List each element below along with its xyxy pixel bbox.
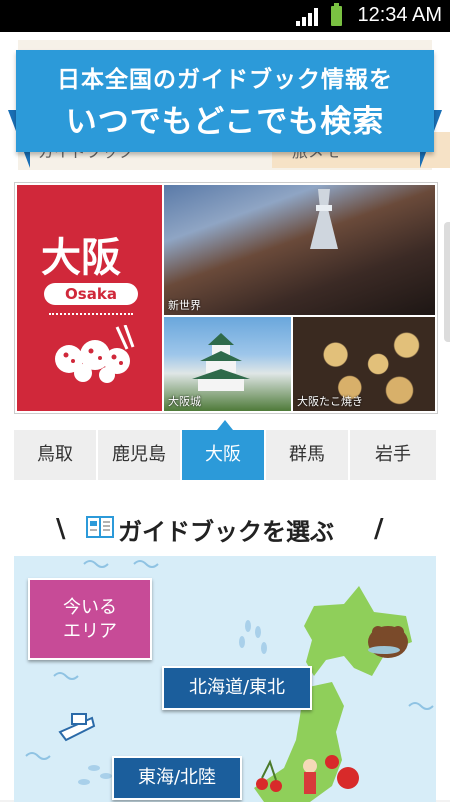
featured-city-card[interactable]: 大阪 Osaka 新世界 大阪城 大阪たこ焼き	[14, 182, 438, 414]
city-name: 大阪	[41, 235, 121, 281]
current-area-label-2: エリア	[63, 621, 117, 642]
tsutenkaku-tower-icon	[310, 189, 338, 249]
signal-icon	[296, 8, 318, 26]
app-page: ガイドブック 旅メモ 日本全国のガイドブック情報を いつでもどこでも検索 大阪 …	[0, 32, 450, 802]
photo-takoyaki: 大阪たこ焼き	[293, 317, 435, 411]
section-header: \ ガイドブックを選ぶ /	[0, 510, 450, 550]
caption-takoyaki: 大阪たこ焼き	[297, 395, 363, 408]
region-button-tokai-hokuriku[interactable]: 東海/北陸	[112, 756, 242, 800]
kokeshi-doll-icon	[303, 759, 317, 794]
photo-osaka-castle: 大阪城	[164, 317, 291, 411]
city-tab-osaka[interactable]: 大阪	[182, 420, 266, 480]
city-tab-kagoshima[interactable]: 鹿児島	[98, 430, 182, 480]
current-area-button[interactable]: 今いる エリア	[28, 578, 152, 660]
city-tab-bar: 鳥取 鹿児島 大阪 群馬 岩手	[14, 420, 436, 480]
current-area-label-1: 今いる	[63, 597, 117, 618]
side-drawer-handle[interactable]	[444, 222, 450, 342]
banner-line-1: 日本全国のガイドブック情報を	[57, 67, 393, 93]
slash-left-icon: \	[56, 514, 66, 544]
city-tab-iwate[interactable]: 岩手	[350, 430, 436, 480]
region-button-hokkaido-tohoku[interactable]: 北海道/東北	[162, 666, 312, 710]
status-time: 12:34 AM	[357, 4, 442, 26]
ribbon-band: 日本全国のガイドブック情報を いつでもどこでも検索	[16, 50, 434, 152]
ship-icon	[58, 713, 96, 742]
status-bar: 12:34 AM	[0, 0, 450, 32]
dotted-divider	[49, 313, 133, 315]
section-title-text: ガイドブックを選ぶ	[118, 518, 334, 546]
photo-shinsekai: 新世界	[164, 185, 435, 315]
battery-icon	[331, 3, 342, 26]
guidebook-icon	[86, 516, 114, 538]
banner-line-2: いつでもどこでも検索	[65, 104, 385, 140]
bear-icon	[368, 626, 408, 658]
city-label-panel: 大阪 Osaka	[17, 185, 162, 411]
promo-banner: 日本全国のガイドブック情報を いつでもどこでも検索	[8, 50, 442, 168]
caption-osaka-castle: 大阪城	[168, 395, 201, 408]
osaka-castle-icon	[192, 333, 250, 391]
slash-right-icon: /	[374, 514, 384, 544]
takoyaki-icon	[55, 325, 135, 383]
caption-shinsekai: 新世界	[168, 299, 201, 312]
city-tab-gunma[interactable]: 群馬	[266, 430, 350, 480]
city-roman-badge: Osaka	[44, 283, 138, 305]
city-tab-tottori[interactable]: 鳥取	[14, 430, 98, 480]
japan-map: 今いる エリア 北海道/東北 東海/北陸	[14, 556, 436, 802]
